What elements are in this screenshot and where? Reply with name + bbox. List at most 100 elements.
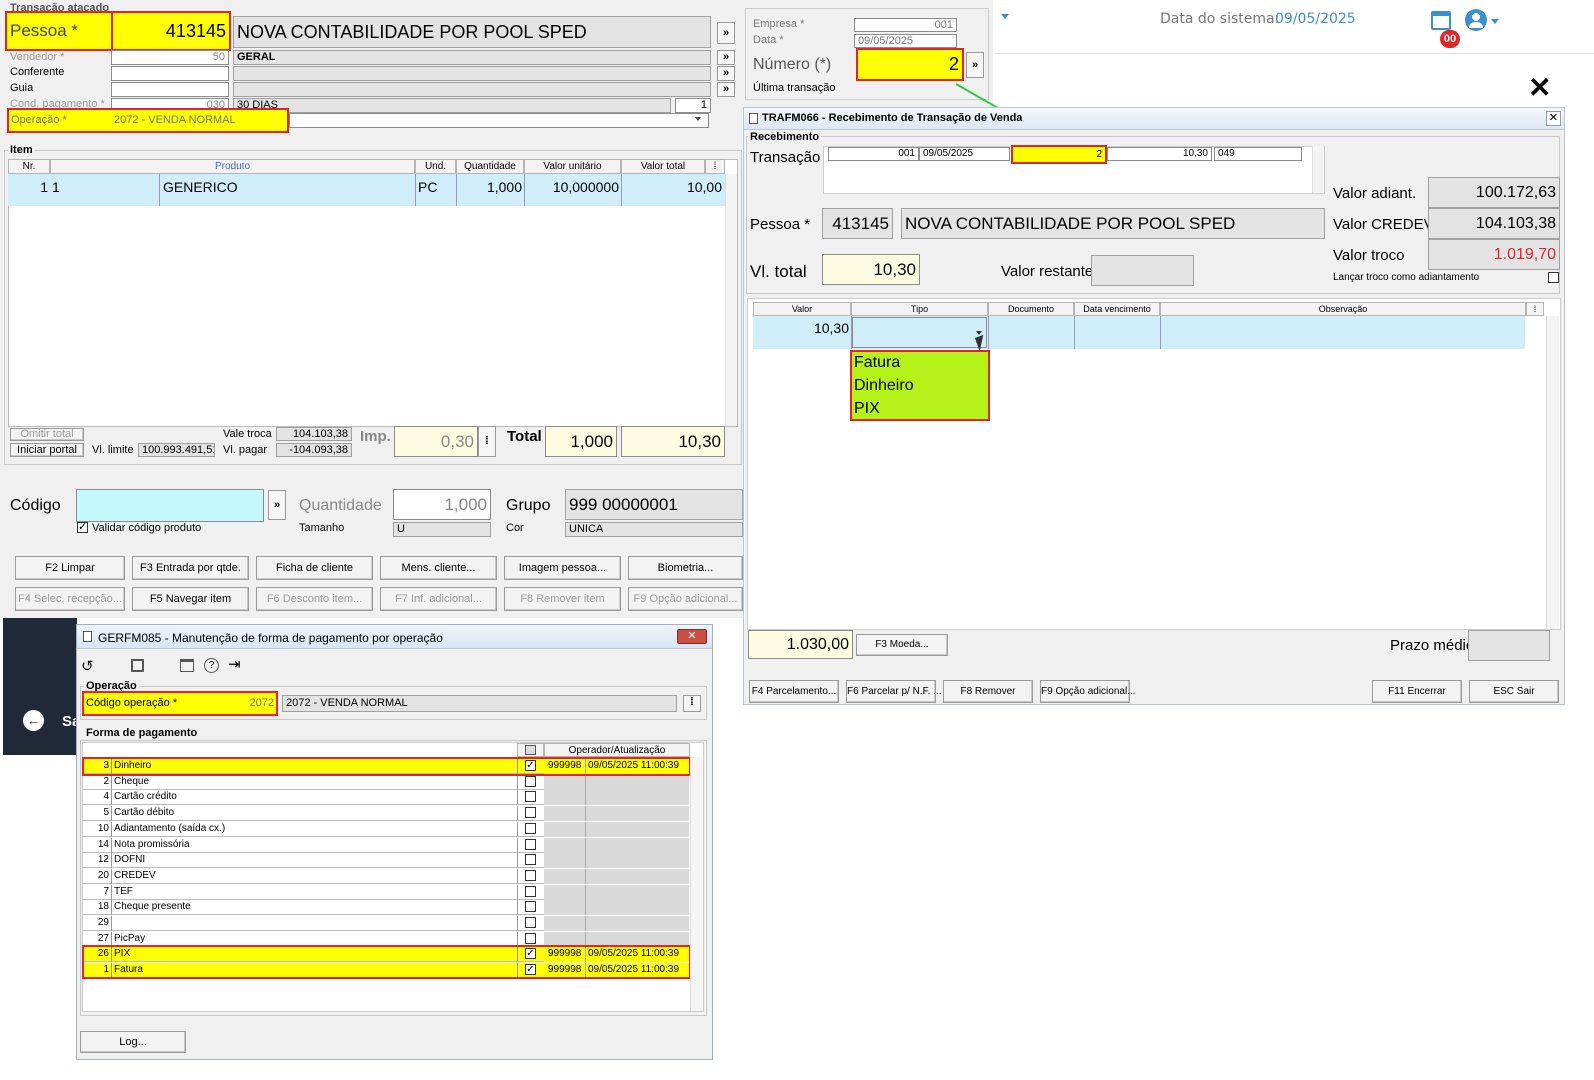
chevron-down-icon[interactable]	[1001, 14, 1009, 19]
forma-scrollbar[interactable]	[690, 757, 703, 1011]
numero-more-button[interactable]: »	[966, 52, 984, 78]
col-header-nr[interactable]: Nr.	[8, 159, 50, 174]
f9-opcao-adicional-button[interactable]: F9 Opção adicional...	[628, 587, 743, 611]
imp-more-button[interactable]: ⁞	[478, 426, 496, 457]
col-header-documento[interactable]: Documento	[988, 302, 1074, 316]
row-checkbox[interactable]	[525, 807, 536, 818]
esc-sair-button[interactable]: ESC Sair	[1469, 680, 1559, 703]
f11-encerrar-button[interactable]: F11 Encerrar	[1372, 680, 1462, 703]
pessoa-more-button[interactable]: »	[717, 22, 735, 44]
vendedor-code-input[interactable]: 50	[111, 50, 229, 65]
help-icon[interactable]: ?	[204, 658, 219, 673]
undo-icon[interactable]: ↺	[81, 657, 94, 675]
items-scrollbar[interactable]	[725, 174, 737, 426]
chevron-down-icon[interactable]	[1491, 19, 1499, 24]
codigo-more-button[interactable]: »	[268, 490, 286, 520]
log-button[interactable]: Log...	[80, 1031, 186, 1053]
f8-remover-button[interactable]: F8 Remover	[943, 680, 1033, 703]
biometria-button[interactable]: Biometria...	[628, 556, 743, 580]
col-header-check[interactable]	[517, 743, 544, 757]
dropdown-option-dinheiro[interactable]: Dinheiro	[854, 377, 914, 395]
guia-input[interactable]	[111, 82, 229, 97]
row-checkbox[interactable]	[525, 886, 536, 897]
cond-pagamento-num[interactable]: 1	[675, 98, 711, 113]
receipt-close-icon[interactable]: ✕	[1546, 111, 1561, 126]
col-header-tipo[interactable]: Tipo	[851, 302, 988, 316]
row-checkbox[interactable]	[525, 839, 536, 850]
conferente-input[interactable]	[111, 66, 229, 81]
table-row[interactable]: 2 Cheque	[83, 775, 689, 790]
conferente-more-button[interactable]: »	[717, 66, 735, 81]
f3-moeda-button[interactable]: F3 Moeda...	[856, 634, 948, 656]
f4-parcelamento-button[interactable]: F4 Parcelamento...	[749, 680, 839, 703]
col-header-quantidade[interactable]: Quantidade	[456, 159, 524, 174]
row-checkbox[interactable]	[525, 933, 536, 944]
operacao-dropdown-icon[interactable]	[695, 117, 701, 121]
trans-emp[interactable]: 001	[828, 147, 919, 161]
table-row[interactable]: 20 CREDEV	[83, 869, 689, 884]
trans-num[interactable]: 2	[1011, 145, 1107, 164]
table-row[interactable]: 29	[83, 916, 689, 931]
numero-input[interactable]: 2	[856, 48, 964, 81]
col-config-icon[interactable]: ⁞	[1526, 302, 1544, 316]
row-checkbox[interactable]	[525, 870, 536, 881]
col-header-valor[interactable]: Valor	[753, 302, 851, 316]
calendar-icon[interactable]	[1431, 11, 1451, 30]
table-row[interactable]: 18 Cheque presente	[83, 900, 689, 915]
f6-parcelar-button[interactable]: F6 Parcelar p/ N.F. ...	[846, 680, 941, 703]
table-row[interactable]: 5 Cartão débito	[83, 806, 689, 821]
table-row[interactable]: 7 TEF	[83, 885, 689, 900]
col-header-produto[interactable]: Produto	[50, 159, 415, 174]
f8-remover-item-button[interactable]: F8 Remover item	[504, 587, 621, 611]
data-input[interactable]: 09/05/2025	[854, 34, 957, 48]
row-checkbox[interactable]	[525, 823, 536, 834]
close-icon[interactable]: ✕	[1528, 74, 1551, 102]
pessoa-code-input[interactable]: 413145	[111, 11, 231, 51]
back-arrow-icon[interactable]: ←	[23, 710, 44, 731]
operacao-value[interactable]: 2072 - VENDA NORMAL	[114, 114, 236, 126]
f5-navegar-item-button[interactable]: F5 Navegar item	[132, 587, 249, 611]
codigo-input[interactable]	[76, 489, 264, 522]
trans-scrollbar[interactable]	[1312, 146, 1324, 193]
trans-code[interactable]: 049	[1214, 147, 1302, 161]
mens-cliente-button[interactable]: Mens. cliente...	[380, 556, 497, 580]
table-row[interactable]: 14 Nota promissória	[83, 838, 689, 853]
imagem-pessoa-button[interactable]: Imagem pessoa...	[504, 556, 621, 580]
user-avatar-icon[interactable]	[1465, 9, 1487, 31]
omitir-total-button[interactable]: Omitir total	[10, 428, 84, 441]
validar-codigo-checkbox[interactable]: ✓	[77, 522, 88, 533]
payment-form-close-icon[interactable]: ✕	[677, 629, 707, 644]
table-row[interactable]: 4 Cartão crédito	[83, 790, 689, 805]
f2-limpar-button[interactable]: F2 Limpar	[15, 556, 125, 580]
dropdown-option-pix[interactable]: PIX	[854, 400, 880, 418]
col-header-valor-total[interactable]: Valor total	[621, 159, 705, 174]
f7-inf-adicional-button[interactable]: F7 Inf. adicional...	[380, 587, 497, 611]
row-checkbox[interactable]	[525, 854, 536, 865]
trans-val[interactable]: 10,30	[1107, 147, 1212, 161]
payment-type-select[interactable]	[852, 317, 987, 348]
col-header-observacao[interactable]: Observação	[1160, 302, 1526, 316]
row-checkbox[interactable]	[525, 791, 536, 802]
f4-selec-recepcao-button[interactable]: F4 Selec. recepção...	[15, 587, 125, 611]
operacao-select[interactable]	[289, 113, 709, 128]
f6-desconto-button[interactable]: F6 Desconto item...	[256, 587, 373, 611]
vendedor-more-button[interactable]: »	[717, 50, 735, 65]
col-header-und[interactable]: Und.	[415, 159, 456, 174]
calendar-icon[interactable]	[180, 659, 194, 672]
col-config-icon[interactable]: ⁞	[705, 159, 725, 174]
save-icon[interactable]	[131, 659, 144, 672]
dropdown-option-fatura[interactable]: Fatura	[854, 354, 900, 372]
payment-scrollbar[interactable]	[1546, 316, 1559, 629]
f9-opcao-adicional-button[interactable]: F9 Opção adicional...	[1040, 680, 1136, 703]
row-checkbox[interactable]	[525, 901, 536, 912]
codigo-operacao-input[interactable]: 2072	[206, 697, 274, 709]
col-header-data-vencimento[interactable]: Data vencimento	[1074, 302, 1160, 316]
row-checkbox[interactable]	[525, 776, 536, 787]
guia-more-button[interactable]: »	[717, 82, 735, 97]
trans-date[interactable]: 09/05/2025	[919, 147, 1010, 161]
quantidade-input[interactable]: 1,000	[393, 489, 491, 520]
col-header-operador[interactable]: Operador/Atualização	[544, 743, 690, 757]
exit-icon[interactable]: ⇥	[228, 655, 241, 673]
empresa-input[interactable]: 001	[854, 18, 957, 32]
f3-entrada-button[interactable]: F3 Entrada por qtde.	[132, 556, 249, 580]
